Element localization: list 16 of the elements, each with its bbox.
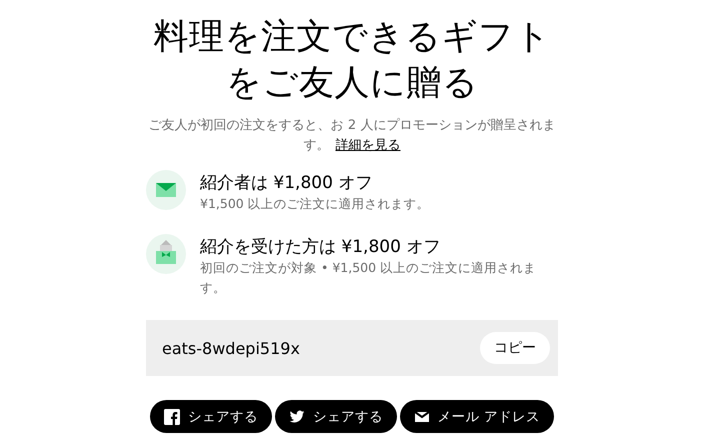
share-button[interactable]: メール アドレス: [400, 400, 554, 433]
facebook-icon: [164, 408, 180, 424]
referral-code: eats-8wdepi519x: [162, 338, 300, 358]
details-link[interactable]: 詳細を見る: [336, 138, 400, 153]
page-title: 料理を注文できるギフト をご友人に贈る: [152, 16, 552, 105]
benefit-heading: 紹介者は ¥1,800 オフ: [200, 172, 374, 194]
share-button[interactable]: シェアする: [274, 400, 397, 433]
benefit-heading: 紹介を受けた方は ¥1,800 オフ: [200, 236, 442, 258]
bird-icon: [288, 408, 305, 424]
envelope-gift-icon: [146, 234, 186, 274]
benefit-detail: 初回のご注文が対象 • ¥1,500 以上のご注文に適用されます。: [200, 259, 538, 297]
envelope-icon: [146, 170, 186, 210]
benefit-detail: ¥1,500 以上のご注文に適用されます。: [200, 195, 430, 213]
copy-button[interactable]: コピー: [480, 332, 550, 364]
share-button[interactable]: シェアする: [150, 400, 272, 433]
description: ご友人が初回の注文をすると、お 2 人にプロモーションが贈呈されます。 詳細を見る: [148, 117, 556, 155]
